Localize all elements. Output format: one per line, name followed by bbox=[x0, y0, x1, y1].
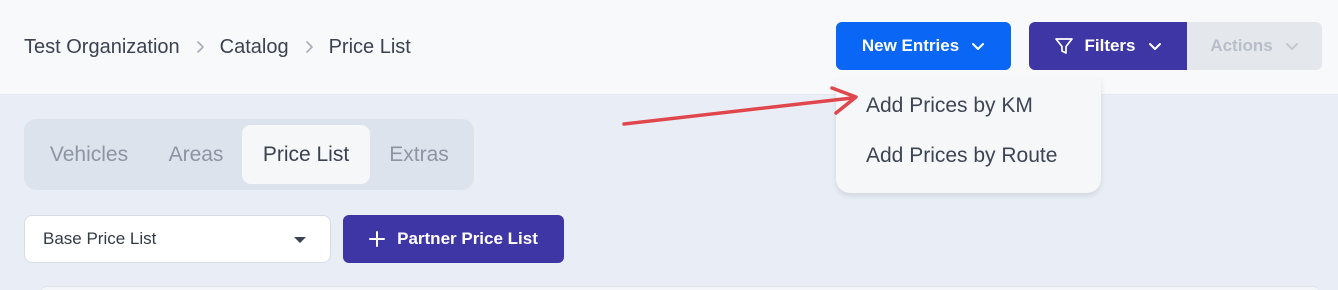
add-partner-price-list-button[interactable]: Partner Price List bbox=[343, 215, 564, 263]
chevron-right-icon bbox=[289, 40, 329, 54]
breadcrumb: Test Organization Catalog Price List bbox=[24, 33, 411, 61]
new-entries-label: New Entries bbox=[861, 36, 960, 55]
tab-areas[interactable]: Areas bbox=[150, 125, 242, 184]
breadcrumb-item-price-list: Price List bbox=[328, 35, 411, 58]
price-list-select-value: Base Price List bbox=[43, 229, 157, 248]
tab-extras[interactable]: Extras bbox=[374, 125, 464, 184]
breadcrumb-item-catalog[interactable]: Catalog bbox=[220, 36, 289, 59]
chevron-down-icon bbox=[1285, 42, 1299, 51]
actions-label: Actions bbox=[1210, 36, 1273, 55]
caret-down-icon bbox=[294, 237, 306, 243]
section-tabs: Vehicles Areas Price List Extras bbox=[24, 119, 474, 190]
content-card bbox=[40, 286, 1320, 290]
chevron-down-icon bbox=[971, 42, 985, 51]
partner-price-list-label: Partner Price List bbox=[397, 229, 538, 248]
plus-icon bbox=[369, 231, 386, 247]
price-list-select[interactable]: Base Price List bbox=[24, 215, 331, 263]
menu-item-add-prices-by-route[interactable]: Add Prices by Route bbox=[866, 141, 1057, 171]
chevron-down-icon bbox=[1148, 42, 1162, 51]
new-entries-dropdown: Add Prices by KM Add Prices by Route bbox=[836, 78, 1101, 193]
actions-button[interactable]: Actions bbox=[1187, 22, 1322, 70]
tab-price-list[interactable]: Price List bbox=[242, 125, 370, 184]
chevron-right-icon bbox=[180, 40, 220, 54]
tab-vehicles[interactable]: Vehicles bbox=[32, 125, 146, 184]
menu-item-add-prices-by-km[interactable]: Add Prices by KM bbox=[866, 91, 1033, 121]
new-entries-button[interactable]: New Entries bbox=[836, 22, 1011, 70]
breadcrumb-item-organization[interactable]: Test Organization bbox=[24, 36, 180, 59]
funnel-icon bbox=[1054, 36, 1074, 56]
filters-button[interactable]: Filters bbox=[1029, 22, 1187, 70]
annotation-arrow-icon bbox=[622, 86, 858, 126]
filters-label: Filters bbox=[1084, 36, 1136, 55]
